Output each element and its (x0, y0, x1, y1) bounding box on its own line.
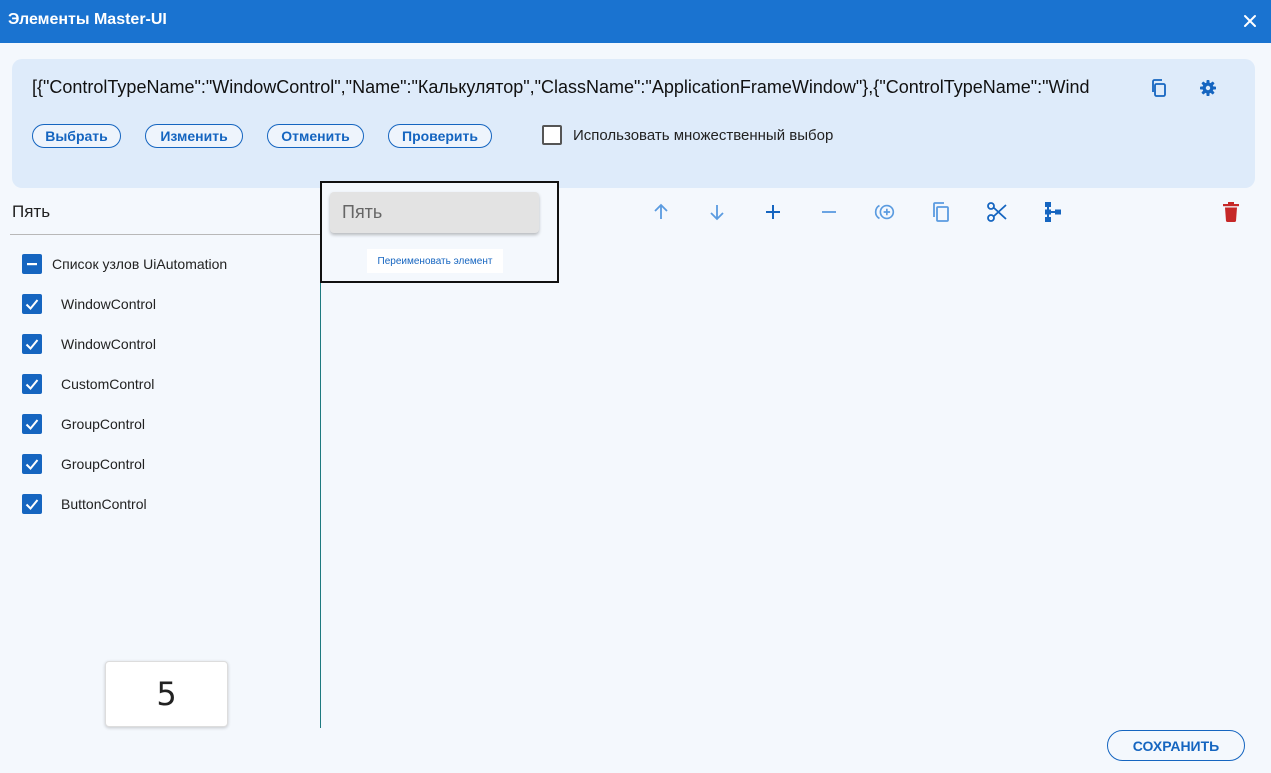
tree-item-label: GroupControl (61, 456, 146, 472)
close-icon[interactable] (1241, 12, 1259, 30)
select-button[interactable]: Выбрать (32, 124, 121, 148)
copy-icon[interactable] (929, 200, 953, 224)
selector-panel: [{"ControlTypeName":"WindowControl","Nam… (12, 59, 1255, 188)
save-button[interactable]: СОХРАНИТЬ (1107, 730, 1245, 761)
checkbox-checked-icon[interactable] (22, 294, 42, 314)
tree-item-label: GroupControl (61, 416, 146, 432)
rename-input[interactable] (330, 192, 539, 233)
divider (10, 234, 321, 235)
tree-root-label: Список узлов UiAutomation (52, 256, 228, 272)
rename-popup: Переименовать элемент (320, 181, 559, 283)
indeterminate-checkbox-icon[interactable] (22, 254, 42, 274)
tree-item-label: WindowControl (61, 336, 156, 352)
trash-icon[interactable] (1219, 200, 1243, 224)
tree-item[interactable]: GroupControl (22, 414, 145, 434)
minus-icon[interactable] (817, 200, 841, 224)
panel-divider (320, 235, 321, 728)
checkbox-checked-icon[interactable] (22, 494, 42, 514)
arrow-up-icon[interactable] (649, 200, 673, 224)
change-button[interactable]: Изменить (145, 124, 243, 148)
tree-item-label: CustomControl (61, 376, 155, 392)
check-button[interactable]: Проверить (388, 124, 492, 148)
tree-item[interactable]: ButtonControl (22, 494, 147, 514)
gear-icon[interactable] (1196, 76, 1220, 100)
tree-icon[interactable] (1041, 200, 1065, 224)
tree-item[interactable]: GroupControl (22, 454, 145, 474)
tree-item[interactable]: WindowControl (22, 334, 156, 354)
tree-item[interactable]: WindowControl (22, 294, 156, 314)
tree-item[interactable]: CustomControl (22, 374, 154, 394)
rename-button[interactable]: Переименовать элемент (367, 249, 503, 273)
checkbox-checked-icon[interactable] (22, 454, 42, 474)
checkbox-checked-icon[interactable] (22, 414, 42, 434)
checkbox-checked-icon[interactable] (22, 374, 42, 394)
multi-select-checkbox[interactable] (542, 125, 562, 145)
element-preview: 5 (105, 661, 228, 727)
multi-select-option[interactable]: Использовать множественный выбор (542, 125, 833, 145)
copy-icon[interactable] (1147, 76, 1171, 100)
add-circle-icon[interactable] (873, 200, 897, 224)
title-bar: Элементы Master-UI (0, 0, 1271, 43)
arrow-down-icon[interactable] (705, 200, 729, 224)
window-title: Элементы Master-UI (8, 11, 167, 28)
checkbox-checked-icon[interactable] (22, 334, 42, 354)
tree-root[interactable]: Список узлов UiAutomation (22, 254, 227, 274)
multi-select-label: Использовать множественный выбор (573, 126, 834, 144)
cancel-button[interactable]: Отменить (267, 124, 364, 148)
tree-item-label: WindowControl (61, 296, 156, 312)
tree-title: Пять (12, 202, 51, 221)
scissors-icon[interactable] (985, 200, 1009, 224)
plus-icon[interactable] (761, 200, 785, 224)
selector-string[interactable]: [{"ControlTypeName":"WindowControl","Nam… (32, 77, 1090, 98)
tree-item-label: ButtonControl (61, 496, 147, 512)
